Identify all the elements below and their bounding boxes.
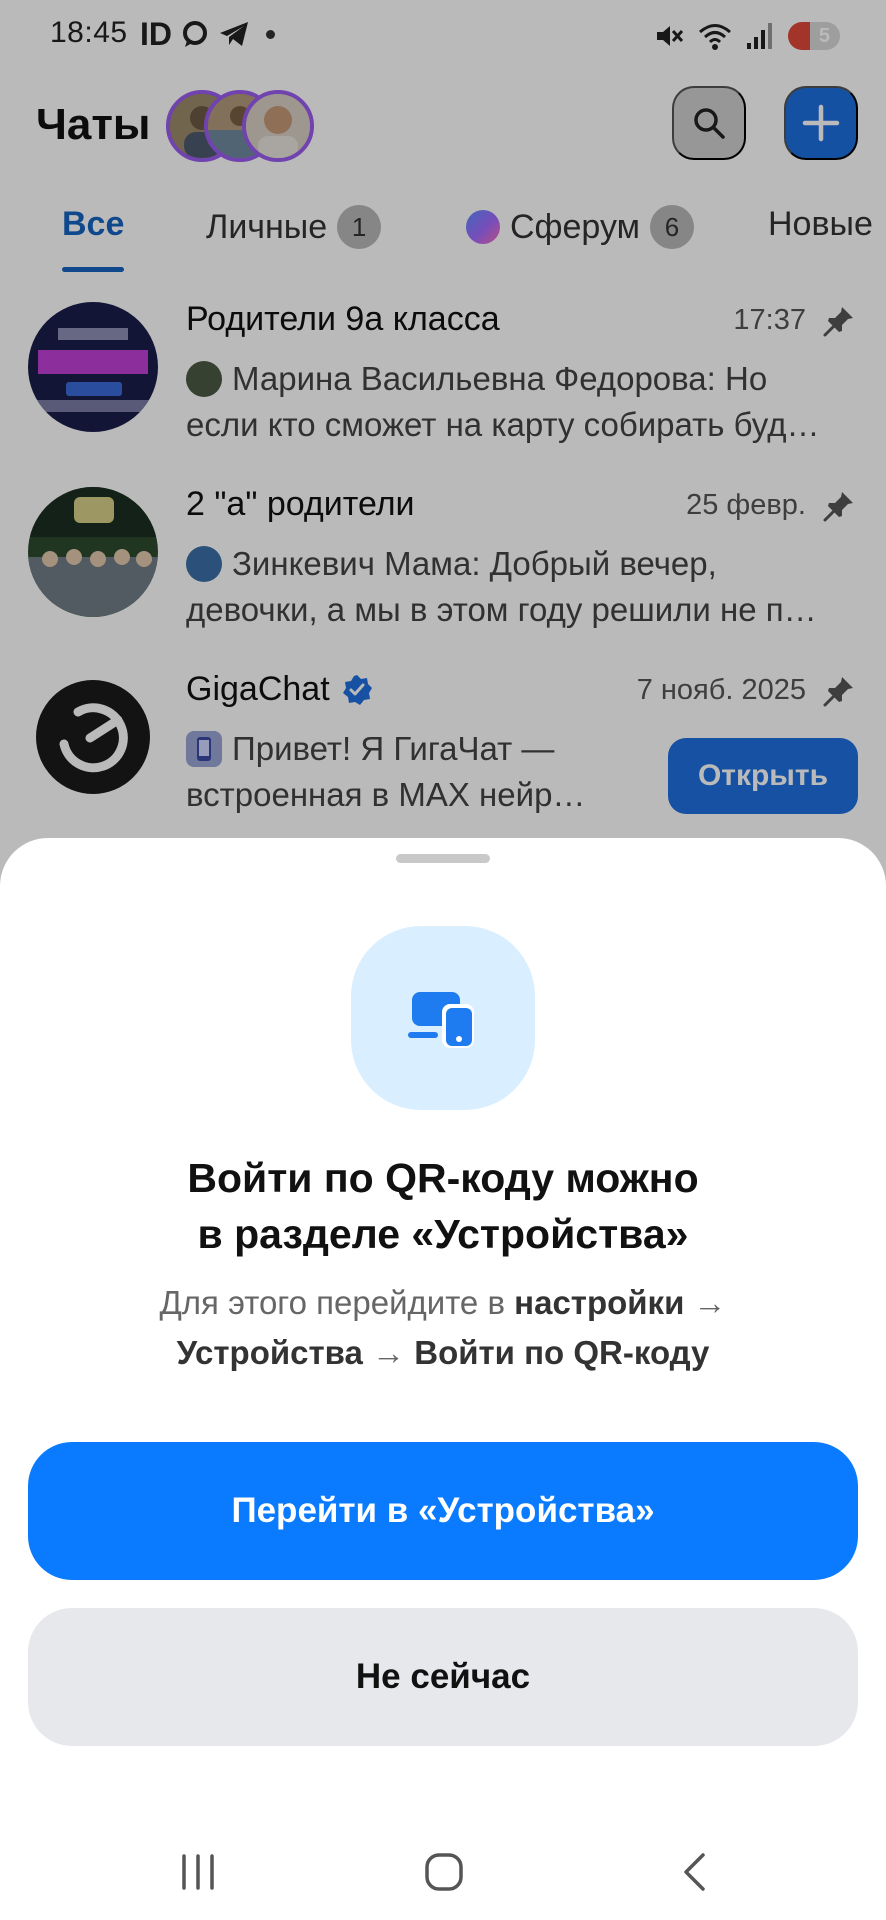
desc-text: Для этого перейдите в xyxy=(159,1284,515,1321)
arrow-icon: → xyxy=(693,1284,727,1321)
devices-icon xyxy=(408,992,474,1048)
app-screen: 18:45 ID 5 Чаты Все Личные 1 Сферум 6 Но… xyxy=(0,0,886,1920)
sheet-title: Войти по QR-коду можно в разделе «Устрой… xyxy=(60,1150,826,1262)
not-now-button[interactable]: Не сейчас xyxy=(28,1608,858,1746)
go-to-devices-button[interactable]: Перейти в «Устройства» xyxy=(28,1442,858,1580)
devices-icon-container xyxy=(351,926,535,1110)
desc-settings-link: настройки xyxy=(514,1284,685,1321)
recent-apps-button[interactable] xyxy=(168,1846,228,1898)
back-button[interactable] xyxy=(664,1846,724,1898)
title-line: Войти по QR-коду можно xyxy=(187,1155,699,1201)
desc-devices-link: Устройства xyxy=(176,1334,363,1371)
sheet-description: Для этого перейдите в настройки → Устрой… xyxy=(60,1278,826,1378)
home-icon xyxy=(425,1853,463,1891)
home-button[interactable] xyxy=(414,1846,474,1898)
title-line: в разделе «Устройства» xyxy=(197,1211,689,1257)
back-icon xyxy=(684,1853,705,1891)
arrow-icon: → xyxy=(372,1334,406,1371)
qr-login-bottom-sheet: Войти по QR-коду можно в разделе «Устрой… xyxy=(0,838,886,1920)
desc-qr-link: Войти по QR-коду xyxy=(414,1334,710,1371)
recent-apps-icon xyxy=(182,1854,214,1890)
drag-handle[interactable] xyxy=(396,854,490,863)
system-navigation-bar xyxy=(0,1820,886,1920)
